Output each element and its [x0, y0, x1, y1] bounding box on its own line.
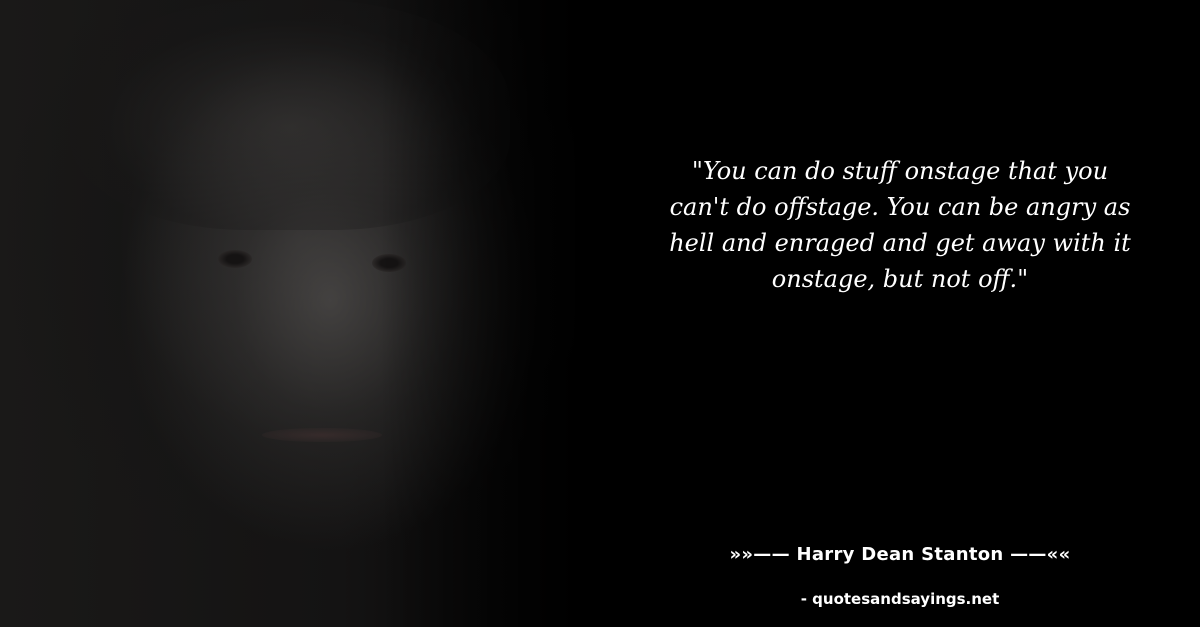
portrait-fade-overlay — [380, 0, 640, 627]
author-portrait — [0, 0, 640, 627]
author-attribution: »»—— Harry Dean Stanton ——«« — [729, 544, 1071, 565]
quote-card: "You can do stuff onstage that you can't… — [0, 0, 1200, 627]
portrait-mouth — [262, 428, 382, 442]
quote-text: "You can do stuff onstage that you can't… — [669, 157, 1131, 293]
portrait-left-eye — [218, 250, 252, 268]
source-website: - quotesandsayings.net — [800, 590, 1000, 608]
